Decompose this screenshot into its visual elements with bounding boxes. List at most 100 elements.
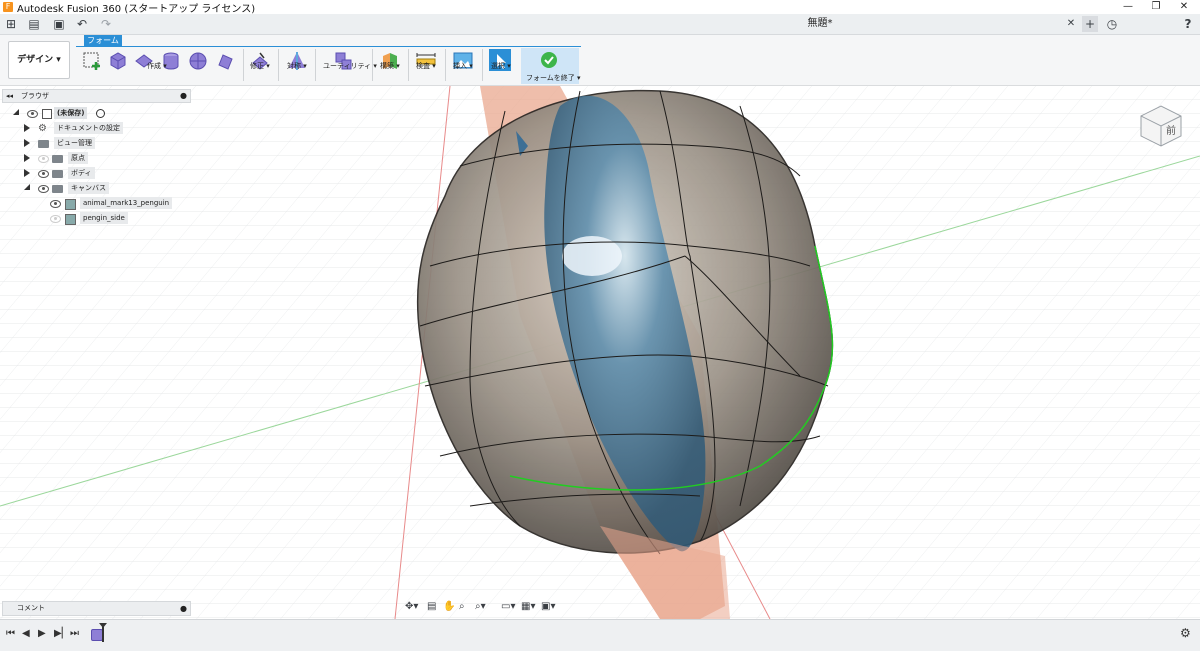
expand-triangle-icon[interactable] [24, 139, 30, 147]
comments-pin-icon[interactable]: ● [180, 602, 187, 615]
tree-item-named-views[interactable]: ビュー管理 [0, 136, 190, 150]
toolbar-divider [243, 49, 244, 81]
go-to-start-icon[interactable]: ⏮ [6, 628, 15, 639]
symmetry-menu[interactable]: 対称 ▾ [287, 61, 307, 71]
step-forward-icon[interactable]: ▶▏ [54, 628, 69, 639]
form-box-icon[interactable] [108, 51, 128, 71]
construct-menu[interactable]: 構築 ▾ [380, 61, 400, 71]
toolbar-divider [315, 49, 316, 81]
help-icon[interactable]: ? [1180, 16, 1196, 32]
step-back-icon[interactable]: ◀ [22, 628, 30, 639]
tab-close-icon[interactable]: ✕ [1064, 16, 1078, 32]
canvas-image-icon [65, 199, 76, 210]
toolbar-divider [445, 49, 446, 81]
utilities-menu[interactable]: ユーティリティ ▾ [323, 61, 377, 71]
visibility-eye-icon[interactable] [38, 170, 49, 178]
root-component-label: (未保存) [54, 107, 88, 119]
expand-triangle-icon[interactable] [24, 124, 30, 132]
document-tab[interactable]: 無題* [560, 14, 1080, 34]
timeline-settings-gear-icon[interactable]: ⚙ [1180, 626, 1191, 640]
close-window-button[interactable]: ✕ [1170, 0, 1198, 14]
comments-panel-header[interactable]: コメント ● [2, 601, 191, 616]
fusion-logo-icon: F [3, 2, 13, 12]
new-tab-icon[interactable]: + [1082, 16, 1098, 32]
look-at-icon[interactable]: ▤ [427, 601, 436, 612]
modify-menu[interactable]: 修正 ▾ [250, 61, 270, 71]
collapse-triangle-icon[interactable] [13, 109, 19, 115]
tree-label: ドキュメントの設定 [54, 122, 123, 134]
timeline-bar: ⏮ ◀ ▶ ▶▏ ⏭ ⚙ [0, 619, 1200, 651]
title-bar: F Autodesk Fusion 360 (スタートアップ ライセンス) — … [0, 0, 1200, 15]
workspace-switcher[interactable]: デザイン ▾ [8, 41, 70, 79]
tree-item-bodies[interactable]: ボディ [0, 166, 190, 180]
finish-form-button[interactable]: フォームを終了 ▾ [521, 48, 581, 84]
play-icon[interactable]: ▶ [38, 628, 46, 639]
timeline-marker-head-icon [99, 623, 107, 628]
visibility-eye-icon[interactable] [38, 185, 49, 193]
tree-item-canvases[interactable]: キャンバス [0, 181, 190, 195]
tree-label: キャンバス [68, 182, 109, 194]
activate-radio-icon[interactable] [96, 109, 105, 118]
expand-triangle-icon[interactable] [24, 154, 30, 162]
navigation-bar: ✥▾ ▤ ✋ ⌕ ⌕▾ ▭▾ ▦▾ ▣▾ [405, 601, 560, 615]
tree-label: animal_mark13_penguin [80, 197, 173, 209]
folder-icon [52, 155, 63, 163]
create-menu[interactable]: 作成 ▾ [147, 61, 167, 71]
form-extrude-icon[interactable] [215, 51, 235, 71]
inspect-menu[interactable]: 検査 ▾ [416, 61, 436, 71]
collapse-triangle-icon[interactable] [24, 184, 30, 190]
tree-label: ビュー管理 [54, 137, 95, 149]
tab-underline [76, 46, 581, 47]
visibility-eye-icon[interactable] [27, 110, 38, 118]
visibility-eye-icon[interactable] [50, 200, 61, 208]
file-menu-icon[interactable]: ▤ [24, 16, 44, 32]
display-settings-icon[interactable]: ▭▾ [501, 601, 515, 612]
tree-item-canvas-penguin[interactable]: animal_mark13_penguin [0, 196, 190, 210]
browser-panel-header[interactable]: ◂◂ ブラウザ ● [2, 89, 191, 103]
visibility-eye-icon[interactable] [50, 215, 61, 223]
job-status-icon[interactable]: ◷ [1104, 16, 1120, 32]
canvas-image-icon [65, 214, 76, 225]
form-sphere-icon[interactable] [188, 51, 208, 71]
gear-icon: ⚙ [38, 123, 47, 134]
toolbar-divider [408, 49, 409, 81]
tree-item-origin[interactable]: 原点 [0, 151, 190, 165]
grid-settings-icon[interactable]: ▦▾ [521, 601, 535, 612]
toolbar-divider [372, 49, 373, 81]
ribbon-toolbar: デザイン ▾ フォーム 作成 ▾ 修正 ▾ 対称 ▾ ユーティリティ ▾ 構築 … [0, 35, 1200, 86]
go-to-end-icon[interactable]: ⏭ [70, 628, 79, 639]
tree-root[interactable]: (未保存) [0, 106, 190, 120]
zoom-icon[interactable]: ⌕ [459, 601, 465, 612]
window-title: Autodesk Fusion 360 (スタートアップ ライセンス) [17, 3, 256, 15]
viewcube[interactable]: 前 [1136, 98, 1186, 148]
insert-menu[interactable]: 挿入 ▾ [453, 61, 473, 71]
viewports-icon[interactable]: ▣▾ [541, 601, 555, 612]
select-menu[interactable]: 選択 ▾ [491, 61, 511, 71]
finish-form-label: フォームを終了 ▾ [526, 74, 581, 82]
expand-triangle-icon[interactable] [24, 169, 30, 177]
tree-item-document-settings[interactable]: ⚙ ドキュメントの設定 [0, 121, 190, 135]
fit-zoom-icon[interactable]: ⌕▾ [475, 601, 486, 612]
tree-label: pengin_side [80, 212, 128, 224]
redo-icon[interactable]: ↷ [96, 16, 116, 32]
orbit-icon[interactable]: ✥▾ [405, 601, 418, 612]
save-icon[interactable]: ▣ [52, 16, 66, 32]
box-sketch-icon[interactable] [82, 51, 102, 71]
quick-access-bar: ⊞ ▤ ▣ ↶ ↷ 無題* ✕ + ◷ ? [0, 14, 1200, 35]
tab-form[interactable]: フォーム [84, 35, 122, 46]
data-panel-grid-icon[interactable]: ⊞ [4, 16, 18, 32]
browser-title: ブラウザ [21, 92, 49, 100]
collapse-browser-icon[interactable]: ◂◂ [6, 90, 13, 102]
minimize-button[interactable]: — [1114, 0, 1142, 14]
visibility-eye-icon[interactable] [38, 155, 49, 163]
maximize-button[interactable]: ❐ [1142, 0, 1170, 14]
document-tab-title: 無題* [807, 18, 833, 29]
toolbar-divider [482, 49, 483, 81]
tree-item-canvas-side[interactable]: pengin_side [0, 211, 190, 225]
pan-hand-icon[interactable]: ✋ [443, 601, 455, 612]
browser-pin-icon[interactable]: ● [180, 90, 187, 102]
checkmark-icon [541, 52, 557, 68]
undo-icon[interactable]: ↶ [72, 16, 92, 32]
tree-label: ボディ [68, 167, 95, 179]
toolbar-divider [278, 49, 279, 81]
